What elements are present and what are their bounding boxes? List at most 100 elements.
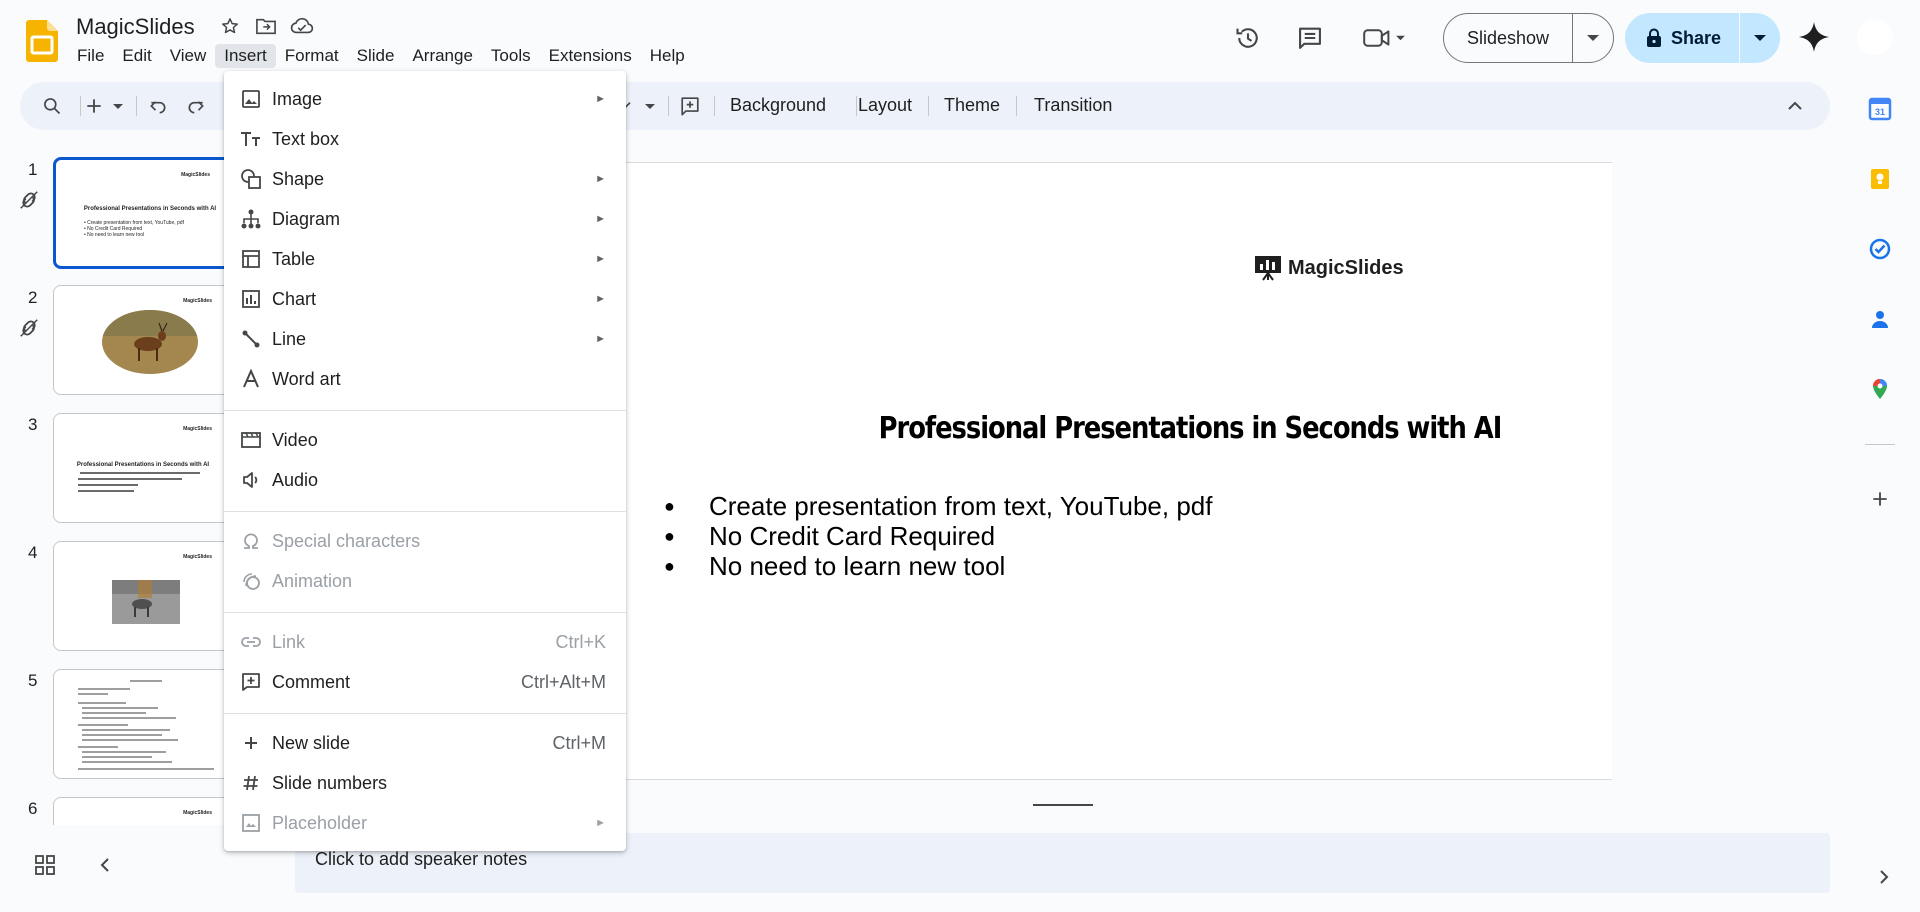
move-folder-icon[interactable] [254, 14, 278, 38]
submenu-arrow-icon: ► [595, 817, 606, 829]
slide-number: 1 [28, 160, 38, 179]
table-icon [240, 248, 262, 270]
plus-icon [240, 732, 262, 754]
menu-item-diagram[interactable]: Diagram ► [224, 199, 626, 239]
contacts-icon[interactable] [1867, 306, 1893, 332]
redo-icon[interactable] [184, 94, 208, 118]
menu-item-shape[interactable]: Shape ► [224, 159, 626, 199]
slide-bullet-list[interactable]: Create presentation from text, YouTube, … [664, 491, 1212, 581]
transition-button[interactable]: Transition [1034, 95, 1112, 116]
gemini-sparkle-icon[interactable] [1797, 20, 1831, 54]
new-slide-layout-chevron-icon[interactable] [110, 94, 126, 118]
menu-tools[interactable]: Tools [482, 44, 540, 68]
version-history-icon[interactable] [1230, 20, 1266, 56]
collapse-filmstrip-chevron-icon[interactable] [96, 856, 114, 874]
menu-edit[interactable]: Edit [113, 44, 160, 68]
doc-title[interactable]: MagicSlides [76, 14, 195, 40]
presentation-board-icon [1255, 256, 1281, 281]
collapse-toolbar-chevron-up-icon[interactable] [1783, 94, 1807, 118]
placeholder-icon [240, 812, 262, 834]
add-addon-plus-icon[interactable] [1867, 486, 1893, 512]
slide-number: 5 [28, 671, 38, 690]
notes-resize-handle[interactable] [1033, 804, 1093, 806]
deer-photo-grayscale [112, 580, 180, 624]
menu-file[interactable]: File [68, 44, 113, 68]
slideshow-button[interactable]: Slideshow [1443, 13, 1614, 63]
menu-item-audio[interactable]: Audio [224, 460, 626, 500]
undo-icon[interactable] [146, 94, 170, 118]
menu-item-link[interactable]: Link Ctrl+K [224, 622, 626, 662]
menu-item-text-box[interactable]: Text box [224, 119, 626, 159]
share-options-chevron-icon[interactable] [1740, 34, 1780, 42]
menu-item-special-characters[interactable]: Special characters [224, 521, 626, 561]
menu-arrange[interactable]: Arrange [403, 44, 481, 68]
slide-logo[interactable]: MagicSlides [1254, 255, 1404, 281]
slide-canvas[interactable]: MagicSlides Professional Presentations i… [590, 162, 1612, 780]
layout-button[interactable]: Layout [858, 95, 912, 116]
menu-extensions[interactable]: Extensions [540, 44, 641, 68]
add-comment-icon[interactable] [678, 94, 702, 118]
menu-help[interactable]: Help [641, 44, 694, 68]
slide-number: 4 [28, 543, 38, 562]
keep-icon[interactable] [1867, 166, 1893, 192]
slide-bullet: No Credit Card Required [664, 521, 1212, 551]
slide-thumbnail-6[interactable]: MagicSlides [53, 797, 233, 825]
cloud-status-icon[interactable] [290, 14, 314, 38]
menu-item-animation[interactable]: Animation [224, 561, 626, 601]
new-slide-plus-icon[interactable] [82, 94, 106, 118]
star-icon[interactable] [218, 14, 242, 38]
slide-number: 6 [28, 799, 38, 818]
slide-thumbnail-4[interactable]: MagicSlides [53, 541, 233, 651]
slide-thumbnail-1[interactable]: MagicSlides Professional Presentations i… [53, 157, 233, 269]
tasks-icon[interactable] [1867, 236, 1893, 262]
account-avatar[interactable] [1857, 19, 1893, 55]
slide-title[interactable]: Professional Presentations in Seconds wi… [682, 411, 1561, 446]
background-button[interactable]: Background [730, 95, 826, 116]
line-tool-chevron-icon[interactable] [642, 94, 658, 118]
submenu-arrow-icon: ► [595, 253, 606, 265]
chart-icon [240, 288, 262, 310]
audio-icon [240, 469, 262, 491]
slideshow-options-chevron-icon[interactable] [1573, 34, 1613, 42]
linked-object-icon [20, 319, 38, 337]
slides-logo-icon[interactable] [26, 20, 58, 62]
grid-view-icon[interactable] [34, 854, 56, 876]
comments-icon[interactable] [1292, 20, 1328, 56]
deer-photo [102, 310, 198, 374]
menu-item-placeholder[interactable]: Placeholder ► [224, 803, 626, 843]
word-art-icon [240, 368, 262, 390]
menu-item-slide-numbers[interactable]: Slide numbers [224, 763, 626, 803]
menu-slide[interactable]: Slide [348, 44, 404, 68]
menu-format[interactable]: Format [276, 44, 348, 68]
menu-item-chart[interactable]: Chart ► [224, 279, 626, 319]
line-icon [240, 328, 262, 350]
comment-add-icon [240, 671, 262, 693]
maps-icon[interactable] [1867, 376, 1893, 402]
slide-thumbnail-5[interactable] [53, 669, 233, 779]
menu-insert[interactable]: Insert [215, 44, 276, 68]
theme-button[interactable]: Theme [944, 95, 1000, 116]
menu-item-table[interactable]: Table ► [224, 239, 626, 279]
meet-video-icon[interactable] [1360, 20, 1408, 56]
omega-icon [240, 530, 262, 552]
menu-item-new-slide[interactable]: New slide Ctrl+M [224, 723, 626, 763]
menu-view[interactable]: View [161, 44, 216, 68]
show-side-panel-chevron-icon[interactable] [1875, 868, 1893, 886]
slide-thumbnail-2[interactable]: MagicSlides [53, 285, 233, 395]
calendar-icon[interactable]: 31 [1867, 96, 1893, 122]
menu-item-word-art[interactable]: Word art [224, 359, 626, 399]
animation-icon [240, 570, 262, 592]
slide-thumbnail-3[interactable]: MagicSlides Professional Presentations i… [53, 413, 233, 523]
share-button[interactable]: Share [1625, 13, 1780, 63]
app-header: MagicSlides File Edit View Insert Format… [0, 0, 1920, 80]
menu-item-video[interactable]: Video [224, 420, 626, 460]
svg-text:31: 31 [1875, 107, 1885, 117]
search-menus-icon[interactable] [40, 94, 64, 118]
shape-icon [240, 168, 262, 190]
video-icon [240, 429, 262, 451]
menu-item-image[interactable]: Image ► [224, 79, 626, 119]
linked-object-icon [20, 191, 38, 209]
menu-bar: File Edit View Insert Format Slide Arran… [68, 44, 694, 68]
menu-item-line[interactable]: Line ► [224, 319, 626, 359]
menu-item-comment[interactable]: Comment Ctrl+Alt+M [224, 662, 626, 702]
